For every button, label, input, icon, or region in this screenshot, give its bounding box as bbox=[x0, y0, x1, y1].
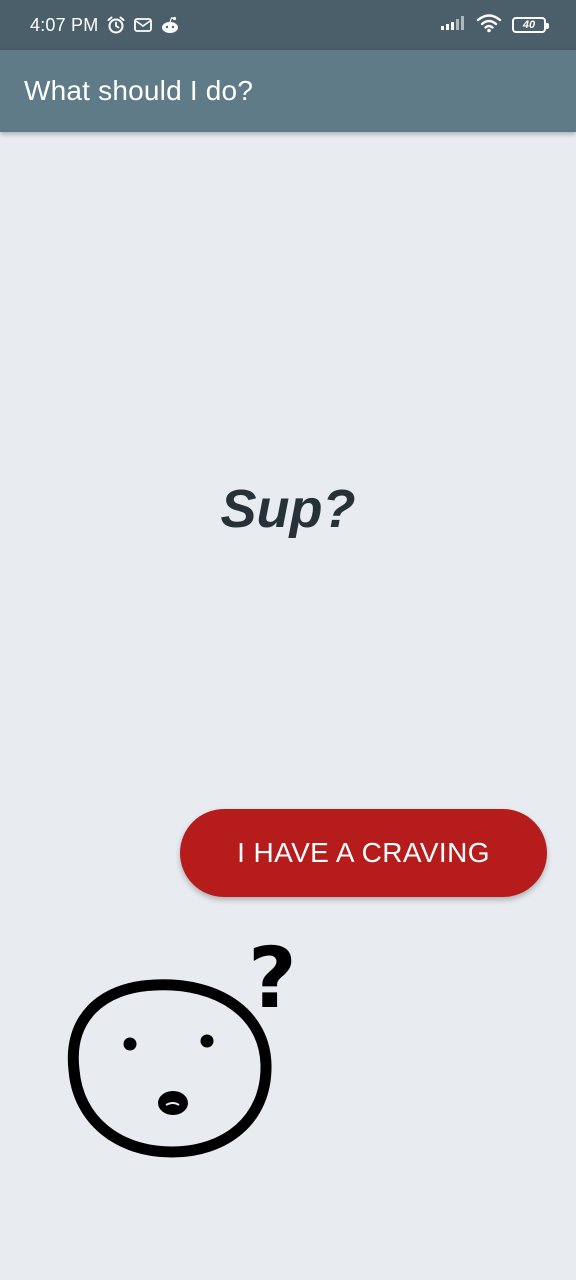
battery-icon: 40 bbox=[512, 17, 549, 33]
status-right: 40 bbox=[440, 13, 549, 38]
craving-button[interactable]: I HAVE A CRAVING bbox=[180, 809, 547, 897]
signal-icon bbox=[440, 15, 466, 36]
status-time: 4:07 PM bbox=[30, 14, 99, 35]
reddit-icon bbox=[160, 16, 180, 34]
page-title: What should I do? bbox=[24, 75, 254, 106]
face-icon bbox=[67, 979, 272, 1158]
wifi-icon bbox=[476, 13, 502, 38]
alarm-icon bbox=[106, 15, 126, 35]
battery-level: 40 bbox=[522, 18, 536, 31]
status-bar: 4:07 PM 40 bbox=[0, 0, 576, 50]
app-bar: What should I do? bbox=[0, 50, 576, 132]
greeting-text: Sup? bbox=[220, 479, 356, 539]
confused-face-illustration: ? bbox=[67, 929, 297, 1158]
question-mark-icon: ? bbox=[248, 929, 297, 1027]
mail-icon bbox=[134, 18, 153, 32]
status-left: 4:07 PM bbox=[30, 15, 180, 36]
